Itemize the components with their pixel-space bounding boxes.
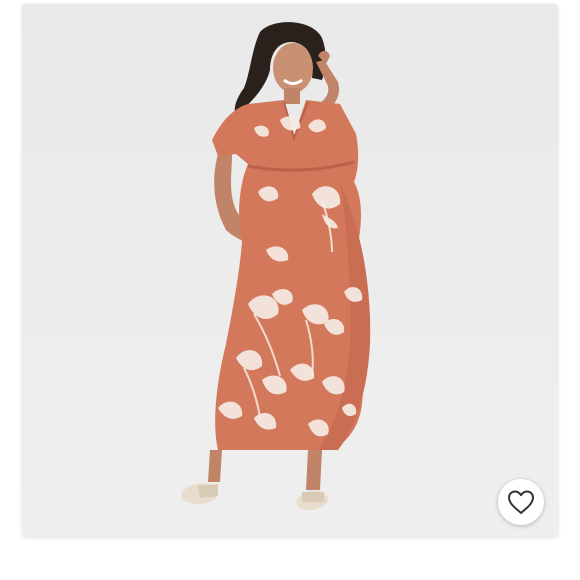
favorite-button[interactable] (498, 479, 544, 525)
product-image-card[interactable] (22, 4, 558, 537)
heart-outline-icon (508, 490, 534, 514)
product-photo (22, 4, 558, 537)
